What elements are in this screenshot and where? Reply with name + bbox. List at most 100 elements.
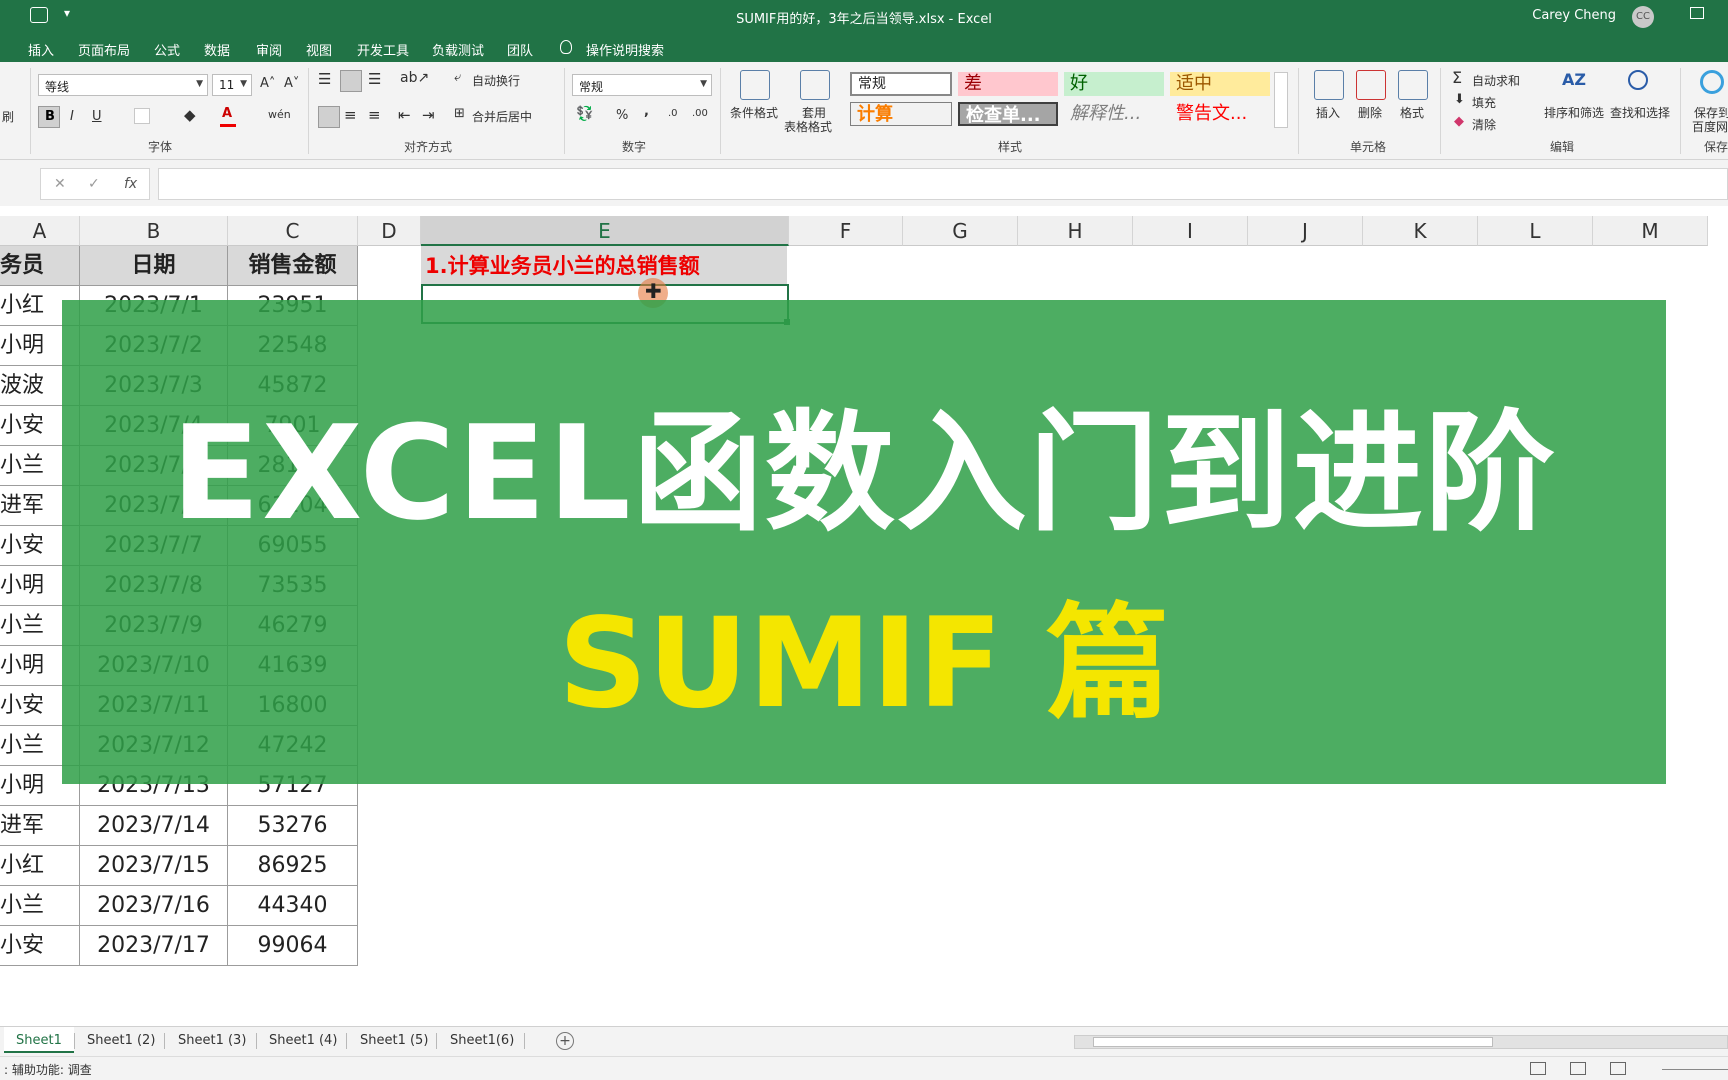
format-cells-button[interactable]: 格式 bbox=[1400, 104, 1424, 121]
phonetic-button[interactable]: wén bbox=[268, 108, 291, 121]
bold-button[interactable]: B bbox=[38, 106, 60, 128]
format-cells-icon[interactable] bbox=[1398, 70, 1428, 100]
table-cell[interactable]: 53276 bbox=[228, 806, 358, 846]
wrap-text-icon[interactable]: ⤶ bbox=[454, 70, 461, 85]
align-center-icon[interactable]: ≡ bbox=[344, 106, 357, 124]
tell-me-search[interactable]: 操作说明搜索 bbox=[586, 40, 664, 59]
shrink-font-button[interactable]: A˅ bbox=[284, 76, 299, 91]
style-warn[interactable]: 警告文... bbox=[1170, 102, 1270, 126]
style-neutral[interactable]: 适中 bbox=[1170, 72, 1270, 96]
tab-view[interactable]: 视图 bbox=[306, 40, 332, 59]
sheet-tab-2[interactable]: Sheet1 (2) bbox=[87, 1033, 155, 1048]
fill-icon[interactable]: ⬇ bbox=[1454, 92, 1465, 107]
style-bad[interactable]: 差 bbox=[958, 72, 1058, 96]
format-table-label-2[interactable]: 表格格式 bbox=[784, 118, 832, 135]
tab-review[interactable]: 审阅 bbox=[256, 40, 282, 59]
increase-indent-icon[interactable]: ⇥ bbox=[422, 106, 435, 124]
merge-center-button[interactable]: 合并后居中 bbox=[472, 108, 532, 125]
task-cell-e1[interactable]: 1.计算业务员小兰的总销售额 bbox=[421, 246, 787, 286]
align-right-icon[interactable]: ≡ bbox=[368, 106, 381, 124]
percent-button[interactable]: % bbox=[616, 108, 628, 123]
column-header-m[interactable]: M bbox=[1593, 216, 1708, 246]
insert-function-icon[interactable]: fx bbox=[124, 176, 137, 192]
sheet-tab-4[interactable]: Sheet1 (4) bbox=[269, 1033, 337, 1048]
grow-font-button[interactable]: A˄ bbox=[260, 76, 275, 91]
fill-button[interactable]: 填充 bbox=[1472, 94, 1496, 111]
tab-developer[interactable]: 开发工具 bbox=[357, 40, 409, 59]
tab-load-test[interactable]: 负载测试 bbox=[432, 40, 484, 59]
merge-icon[interactable]: ⊞ bbox=[454, 106, 465, 121]
table-cell[interactable]: 小红 bbox=[0, 846, 80, 886]
table-header-cell[interactable]: 务员 bbox=[0, 246, 80, 286]
style-good[interactable]: 好 bbox=[1064, 72, 1164, 96]
align-bottom-icon[interactable]: ☰ bbox=[368, 70, 381, 88]
column-header-e[interactable]: E bbox=[421, 216, 789, 246]
style-calc[interactable]: 计算 bbox=[850, 102, 952, 126]
delete-cells-icon[interactable] bbox=[1356, 70, 1386, 100]
tab-data[interactable]: 数据 bbox=[204, 40, 230, 59]
column-header-k[interactable]: K bbox=[1363, 216, 1478, 246]
italic-button[interactable]: I bbox=[70, 109, 74, 124]
table-cell[interactable]: 86925 bbox=[228, 846, 358, 886]
fill-color-icon[interactable]: ◆ bbox=[184, 106, 196, 124]
sort-filter-button[interactable]: 排序和筛选 bbox=[1544, 104, 1604, 121]
clear-button[interactable]: 清除 bbox=[1472, 116, 1496, 133]
decrease-decimal-button[interactable]: .00 bbox=[692, 108, 708, 119]
page-break-view-icon[interactable] bbox=[1610, 1062, 1626, 1075]
delete-cells-button[interactable]: 删除 bbox=[1358, 104, 1382, 121]
conditional-format-button[interactable]: 条件格式 bbox=[730, 104, 778, 121]
enter-icon[interactable]: ✓ bbox=[88, 176, 100, 192]
font-name-select[interactable]: 等线 ▼ bbox=[38, 74, 208, 96]
avatar[interactable]: CC bbox=[1632, 6, 1654, 28]
table-cell[interactable]: 2023/7/15 bbox=[80, 846, 228, 886]
column-header-g[interactable]: G bbox=[903, 216, 1018, 246]
font-color-button[interactable]: A bbox=[222, 106, 232, 121]
table-header-cell[interactable]: 日期 bbox=[80, 246, 228, 286]
comma-button[interactable]: , bbox=[644, 104, 649, 119]
insert-cells-icon[interactable] bbox=[1314, 70, 1344, 100]
orientation-icon[interactable]: ab↗ bbox=[400, 70, 429, 86]
insert-cells-button[interactable]: 插入 bbox=[1316, 104, 1340, 121]
table-cell[interactable]: 进军 bbox=[0, 806, 80, 846]
format-painter-label[interactable]: 刷 bbox=[2, 108, 14, 125]
ribbon-display-options-icon[interactable] bbox=[1690, 7, 1704, 19]
zoom-slider[interactable] bbox=[1662, 1069, 1728, 1070]
column-header-b[interactable]: B bbox=[80, 216, 228, 246]
eraser-icon[interactable]: ◆ bbox=[1454, 114, 1464, 129]
save-to-label-2[interactable]: 百度网 bbox=[1692, 118, 1728, 135]
table-cell[interactable]: 2023/7/14 bbox=[80, 806, 228, 846]
borders-icon[interactable] bbox=[134, 108, 150, 124]
autosum-icon[interactable]: Σ bbox=[1452, 68, 1462, 87]
wrap-text-button[interactable]: 自动换行 bbox=[472, 72, 520, 89]
table-header-cell[interactable]: 销售金额 bbox=[228, 246, 358, 286]
formula-input[interactable] bbox=[158, 168, 1728, 200]
column-header-a[interactable]: A bbox=[0, 216, 80, 246]
conditional-format-icon[interactable] bbox=[740, 70, 770, 100]
tab-formulas[interactable]: 公式 bbox=[154, 40, 180, 59]
table-cell[interactable]: 2023/7/16 bbox=[80, 886, 228, 926]
sheet-tab-3[interactable]: Sheet1 (3) bbox=[178, 1033, 246, 1048]
normal-view-icon[interactable] bbox=[1530, 1062, 1546, 1075]
underline-button[interactable]: U bbox=[92, 109, 102, 124]
table-cell[interactable]: 44340 bbox=[228, 886, 358, 926]
sheet-tab-6[interactable]: Sheet1(6) bbox=[450, 1033, 514, 1048]
font-size-select[interactable]: 11 ▼ bbox=[212, 74, 252, 96]
tab-team[interactable]: 团队 bbox=[507, 40, 533, 59]
cancel-icon[interactable]: ✕ bbox=[54, 176, 66, 192]
align-top-icon[interactable]: ☰ bbox=[318, 70, 331, 88]
page-layout-view-icon[interactable] bbox=[1570, 1062, 1586, 1075]
scrollbar-thumb[interactable] bbox=[1093, 1037, 1493, 1047]
style-normal[interactable]: 常规 bbox=[850, 72, 952, 96]
column-header-i[interactable]: I bbox=[1133, 216, 1248, 246]
horizontal-scrollbar[interactable] bbox=[1074, 1035, 1728, 1049]
column-header-l[interactable]: L bbox=[1478, 216, 1593, 246]
align-middle-icon[interactable] bbox=[340, 70, 362, 92]
align-left-icon[interactable] bbox=[318, 106, 340, 128]
tab-page-layout[interactable]: 页面布局 bbox=[78, 40, 130, 59]
baidu-cloud-icon[interactable] bbox=[1700, 70, 1724, 94]
column-header-f[interactable]: F bbox=[789, 216, 903, 246]
tab-insert[interactable]: 插入 bbox=[28, 40, 54, 59]
style-explain[interactable]: 解释性... bbox=[1064, 102, 1164, 126]
column-header-j[interactable]: J bbox=[1248, 216, 1363, 246]
sort-filter-icon[interactable]: AZ bbox=[1560, 70, 1590, 100]
